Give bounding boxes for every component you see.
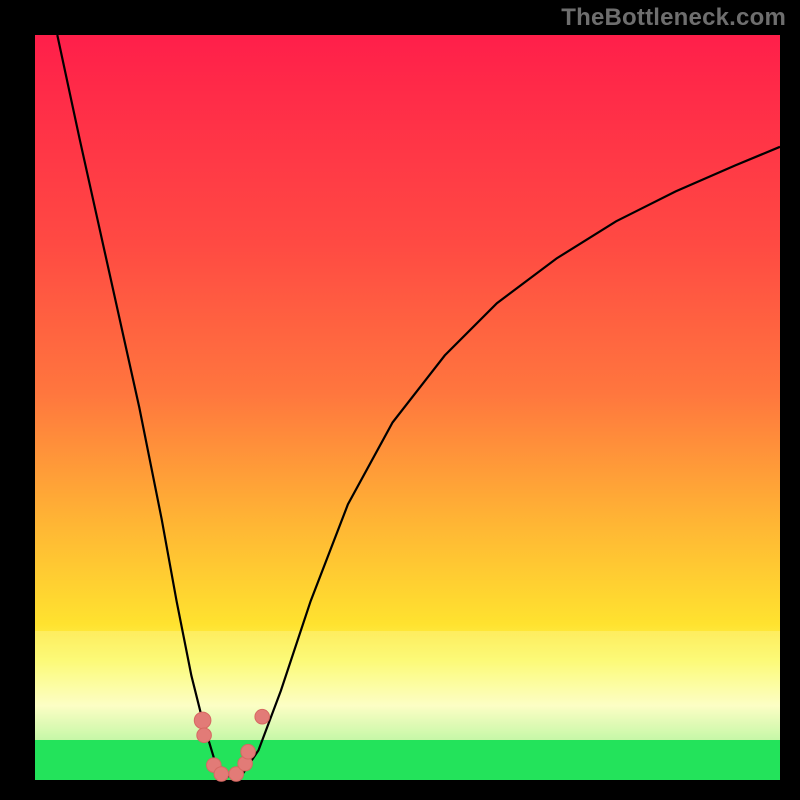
bottleneck-chart <box>0 0 800 800</box>
data-marker <box>214 767 229 782</box>
watermark-text: TheBottleneck.com <box>561 4 786 32</box>
data-marker <box>197 728 212 743</box>
pale-yellow-band <box>35 631 780 740</box>
data-marker <box>241 744 256 759</box>
green-band <box>35 740 780 780</box>
data-marker <box>255 709 270 724</box>
data-marker <box>194 712 211 729</box>
chart-frame: TheBottleneck.com <box>0 0 800 800</box>
